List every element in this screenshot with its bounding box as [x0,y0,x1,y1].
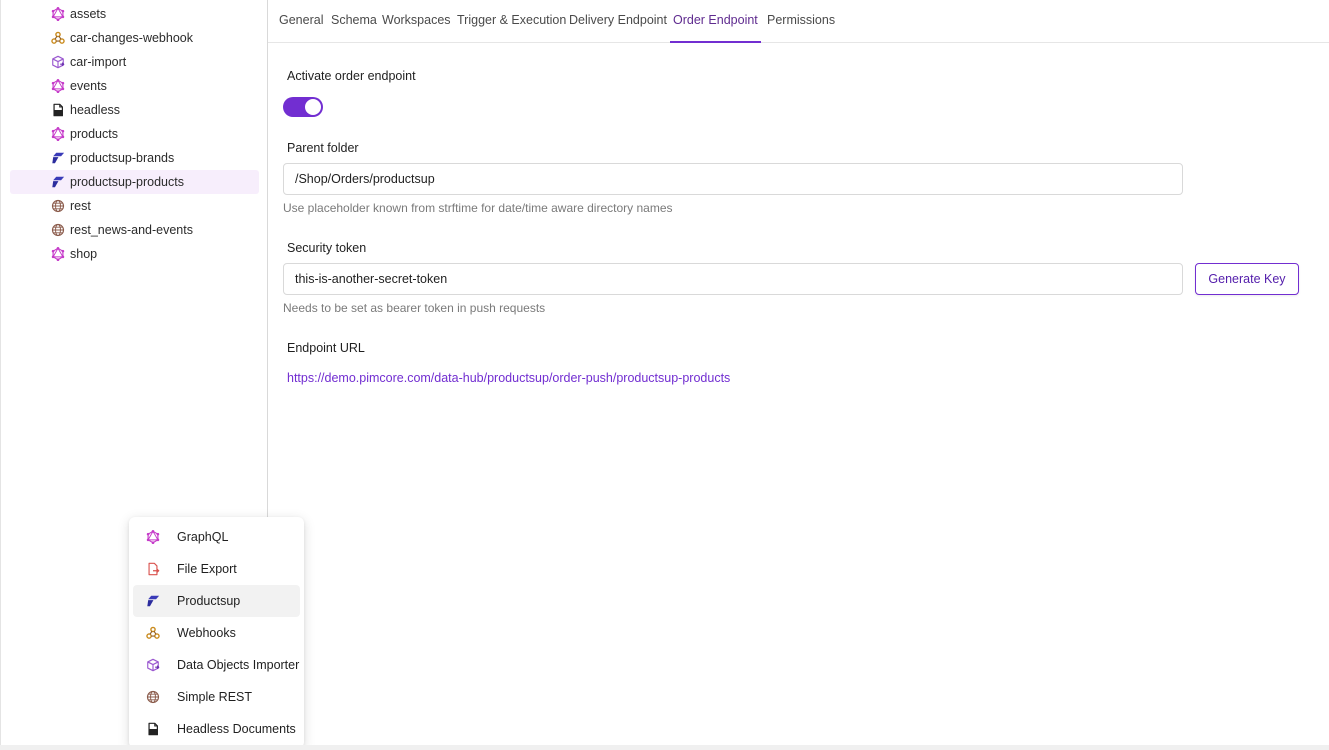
tree-item-car-import[interactable]: car-import [10,50,259,74]
add-configuration-menu: GraphQL File Export Productsup Webhooks … [129,517,304,748]
security-token-help: Needs to be set as bearer token in push … [283,301,546,315]
tab-trigger-execution[interactable]: Trigger & Execution [457,0,566,43]
data-objects-importer-icon [145,657,161,673]
webhook-icon [50,30,66,46]
globe-icon [50,198,66,214]
tab-workspaces[interactable]: Workspaces [382,0,451,43]
tree-item-label: productsup-products [70,175,184,189]
tree-item-label: events [70,79,107,93]
tree-item-rest-news-and-events[interactable]: rest_news-and-events [10,218,259,242]
parent-folder-input[interactable] [283,163,1183,195]
activate-order-endpoint-toggle[interactable] [283,97,323,117]
graphql-icon [50,78,66,94]
tree-item-label: car-changes-webhook [70,31,193,45]
menu-item-label: Webhooks [177,626,236,640]
tree-item-car-changes-webhook[interactable]: car-changes-webhook [10,26,259,50]
graphql-icon [50,126,66,142]
tree-item-headless[interactable]: headless [10,98,259,122]
menu-item-label: Data Objects Importer [177,658,300,672]
tab-order-endpoint[interactable]: Order Endpoint [670,0,761,43]
tree-item-productsup-brands[interactable]: productsup-brands [10,146,259,170]
file-export-icon [145,561,161,577]
tree-item-productsup-products[interactable]: productsup-products [10,170,259,194]
toggle-knob [305,99,321,115]
tree-item-shop[interactable]: shop [10,242,259,266]
document-icon [50,102,66,118]
endpoint-url-link[interactable]: https://demo.pimcore.com/data-hub/produc… [287,371,730,385]
activate-order-endpoint-label: Activate order endpoint [287,69,416,83]
document-icon [145,721,161,737]
generate-key-button[interactable]: Generate Key [1195,263,1299,295]
menu-item-graphql[interactable]: GraphQL [133,521,300,553]
menu-item-file-export[interactable]: File Export [133,553,300,585]
data-objects-importer-icon [50,54,66,70]
graphql-icon [50,6,66,22]
productsup-icon [145,593,161,609]
parent-folder-help: Use placeholder known from strftime for … [283,201,673,215]
webhook-icon [145,625,161,641]
globe-icon [145,689,161,705]
globe-icon [50,222,66,238]
tab-schema[interactable]: Schema [331,0,377,43]
tree-item-products[interactable]: products [10,122,259,146]
tree-item-events[interactable]: events [10,74,259,98]
menu-item-productsup[interactable]: Productsup [133,585,300,617]
tab-bar: General Schema Workspaces Trigger & Exec… [268,0,1329,43]
tab-general[interactable]: General [279,0,323,43]
tab-permissions[interactable]: Permissions [767,0,835,43]
menu-item-label: Productsup [177,594,241,608]
tree-item-label: shop [70,247,98,261]
security-token-label: Security token [287,241,367,255]
menu-item-simple-rest[interactable]: Simple REST [133,681,300,713]
tree-item-label: car-import [70,55,127,69]
productsup-icon [50,150,66,166]
tree-item-rest[interactable]: rest [10,194,259,218]
graphql-icon [145,529,161,545]
tree-item-label: rest_news-and-events [70,223,193,237]
menu-item-label: GraphQL [177,530,229,544]
tree-item-label: productsup-brands [70,151,175,165]
tree-item-label: headless [70,103,121,117]
tree-item-label: assets [70,7,107,21]
security-token-input[interactable] [283,263,1183,295]
productsup-icon [50,174,66,190]
tree-item-label: rest [70,199,91,213]
graphql-icon [50,246,66,262]
bottom-bar [0,745,1329,750]
tab-delivery-endpoint[interactable]: Delivery Endpoint [569,0,667,43]
menu-item-headless-documents[interactable]: Headless Documents [133,713,300,745]
tree-item-label: products [70,127,118,141]
menu-item-webhooks[interactable]: Webhooks [133,617,300,649]
endpoint-url-label: Endpoint URL [287,341,365,355]
menu-item-label: File Export [177,562,237,576]
tree-item-assets[interactable]: assets [10,2,259,26]
menu-item-label: Headless Documents [177,722,296,736]
menu-item-label: Simple REST [177,690,253,704]
parent-folder-label: Parent folder [287,141,359,155]
menu-item-data-objects-importer[interactable]: Data Objects Importer [133,649,300,681]
